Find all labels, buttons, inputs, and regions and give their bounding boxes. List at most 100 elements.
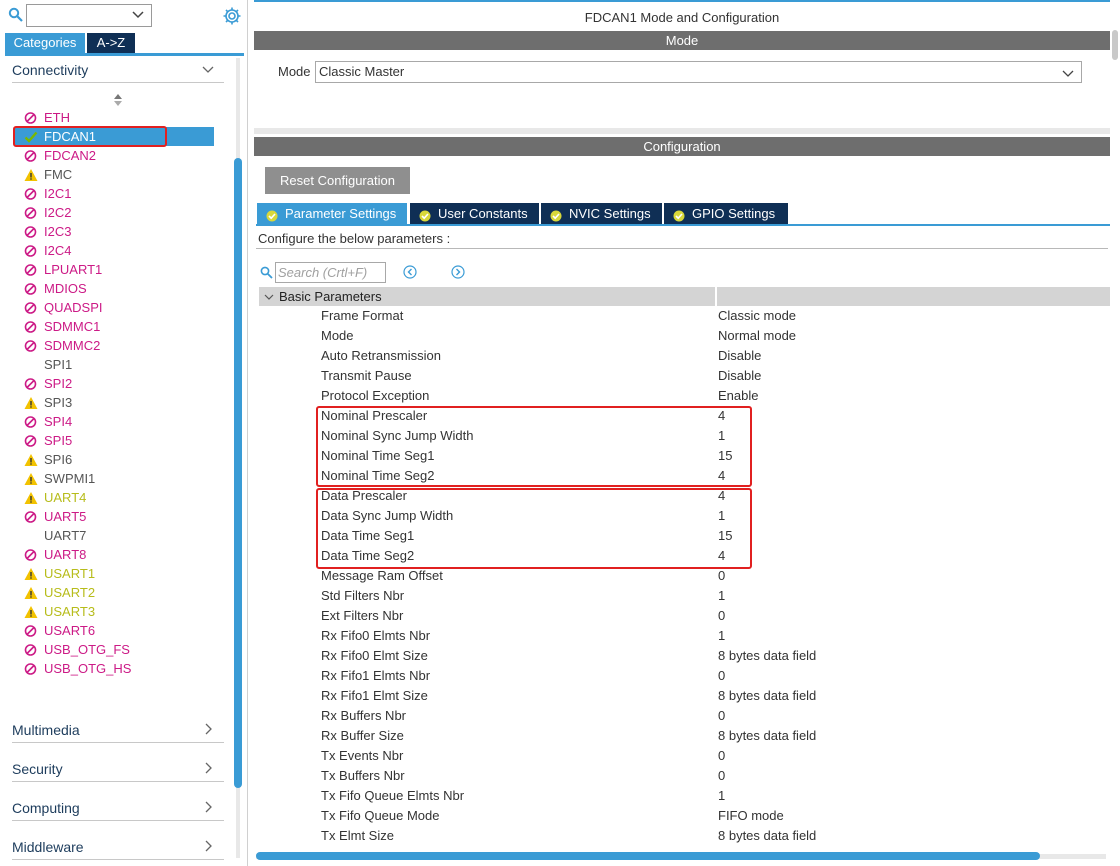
parameter-row[interactable]: Message Ram Offset 0: [259, 566, 1110, 586]
tab-label: User Constants: [438, 206, 528, 221]
parameter-value[interactable]: Enable: [718, 386, 758, 406]
parameter-value[interactable]: FIFO mode: [718, 806, 784, 826]
tab-nvic-settings[interactable]: NVIC Settings: [541, 203, 662, 224]
right-scrollbar[interactable]: [1112, 30, 1120, 856]
parameter-row[interactable]: Tx Events Nbr 0: [259, 746, 1110, 766]
tab-categories[interactable]: Categories: [5, 33, 85, 53]
chevron-down-icon: [131, 9, 145, 24]
parameter-value[interactable]: 15: [718, 526, 732, 546]
disabled-icon: [24, 624, 38, 638]
parameter-name: Mode: [321, 328, 354, 343]
parameter-row[interactable]: Std Filters Nbr 1: [259, 586, 1110, 606]
parameter-row[interactable]: Tx Elmt Size 8 bytes data field: [259, 826, 1110, 846]
parameter-row[interactable]: Nominal Time Seg2 4: [259, 466, 1110, 486]
parameter-value[interactable]: 8 bytes data field: [718, 646, 816, 666]
horizontal-scrollbar[interactable]: [256, 852, 1106, 860]
basic-parameters-group[interactable]: Basic Parameters: [259, 287, 1110, 306]
chevron-down-icon[interactable]: [263, 291, 275, 306]
previous-match-icon[interactable]: [403, 265, 417, 279]
parameter-row[interactable]: Rx Fifo1 Elmts Nbr 0: [259, 666, 1110, 686]
parameter-row[interactable]: Rx Fifo1 Elmt Size 8 bytes data field: [259, 686, 1110, 706]
scrollbar-thumb[interactable]: [1112, 30, 1118, 60]
parameter-row[interactable]: Protocol Exception Enable: [259, 386, 1110, 406]
left-scrollbar[interactable]: [234, 58, 242, 858]
parameter-row[interactable]: Data Time Seg2 4: [259, 546, 1110, 566]
tab-a-to-z[interactable]: A->Z: [87, 33, 135, 53]
parameter-name: Rx Fifo1 Elmt Size: [321, 688, 428, 703]
parameter-row[interactable]: Nominal Prescaler 4: [259, 406, 1110, 426]
peripheral-label: SPI6: [44, 452, 73, 467]
parameter-row[interactable]: Rx Buffer Size 8 bytes data field: [259, 726, 1110, 746]
parameter-value[interactable]: 0: [718, 666, 725, 686]
tab-user-constants[interactable]: User Constants: [410, 203, 539, 224]
parameter-value[interactable]: 0: [718, 606, 725, 626]
parameter-name: Nominal Sync Jump Width: [321, 428, 474, 443]
parameter-value[interactable]: 0: [718, 706, 725, 726]
parameter-value[interactable]: 0: [718, 566, 725, 586]
parameter-value[interactable]: 15: [718, 446, 732, 466]
parameter-value[interactable]: 1: [718, 786, 725, 806]
parameter-value[interactable]: 4: [718, 546, 725, 566]
parameter-value[interactable]: 1: [718, 586, 725, 606]
group-middleware[interactable]: Middleware: [12, 834, 224, 860]
parameter-row[interactable]: Mode Normal mode: [259, 326, 1110, 346]
group-security[interactable]: Security: [12, 756, 224, 782]
mode-select[interactable]: Classic Master: [315, 61, 1082, 83]
parameter-name: Tx Events Nbr: [321, 748, 404, 763]
parameter-row[interactable]: Ext Filters Nbr 0: [259, 606, 1110, 626]
parameter-row[interactable]: Data Sync Jump Width 1: [259, 506, 1110, 526]
peripheral-item-fdcan1[interactable]: FDCAN1: [14, 127, 214, 146]
parameter-value[interactable]: Disable: [718, 346, 761, 366]
parameter-row[interactable]: Transmit Pause Disable: [259, 366, 1110, 386]
parameter-name: Message Ram Offset: [321, 568, 443, 583]
sort-icon[interactable]: [113, 94, 123, 109]
parameter-row[interactable]: Rx Fifo0 Elmt Size 8 bytes data field: [259, 646, 1110, 666]
group-computing[interactable]: Computing: [12, 795, 224, 821]
parameter-value[interactable]: 1: [718, 426, 725, 446]
parameter-row[interactable]: Nominal Sync Jump Width 1: [259, 426, 1110, 446]
parameter-value[interactable]: 8 bytes data field: [718, 826, 816, 846]
parameter-row[interactable]: Nominal Time Seg1 15: [259, 446, 1110, 466]
check-icon: [24, 130, 38, 144]
parameter-row[interactable]: Data Prescaler 4: [259, 486, 1110, 506]
parameter-row[interactable]: Tx Fifo Queue Mode FIFO mode: [259, 806, 1110, 826]
reset-configuration-button[interactable]: Reset Configuration: [265, 167, 410, 194]
parameter-value[interactable]: 4: [718, 406, 725, 426]
gear-icon[interactable]: [222, 6, 242, 29]
parameter-value[interactable]: 0: [718, 746, 725, 766]
parameter-value[interactable]: 4: [718, 486, 725, 506]
group-label: Connectivity: [12, 62, 89, 78]
parameter-search-input[interactable]: [275, 262, 386, 283]
disabled-icon: [24, 263, 38, 277]
scrollbar-thumb[interactable]: [256, 852, 1040, 860]
parameter-value[interactable]: Normal mode: [718, 326, 796, 346]
parameter-row[interactable]: Tx Buffers Nbr 0: [259, 766, 1110, 786]
scrollbar-thumb[interactable]: [234, 158, 242, 788]
tab-gpio-settings[interactable]: GPIO Settings: [664, 203, 788, 224]
parameter-row[interactable]: Rx Fifo0 Elmts Nbr 1: [259, 626, 1110, 646]
group-multimedia[interactable]: Multimedia: [12, 717, 224, 743]
parameter-row[interactable]: Frame Format Classic mode: [259, 306, 1110, 326]
parameter-value[interactable]: 1: [718, 506, 725, 526]
parameter-value[interactable]: 4: [718, 466, 725, 486]
peripheral-label: USB_OTG_HS: [44, 661, 132, 676]
peripheral-label: SPI5: [44, 433, 73, 448]
parameter-value[interactable]: 0: [718, 766, 725, 786]
peripheral-search-combo[interactable]: [26, 4, 152, 27]
peripheral-label: USART1: [44, 566, 96, 581]
parameter-value[interactable]: 8 bytes data field: [718, 726, 816, 746]
parameter-value[interactable]: 1: [718, 626, 725, 646]
group-connectivity[interactable]: Connectivity: [12, 57, 224, 83]
parameter-row[interactable]: Auto Retransmission Disable: [259, 346, 1110, 366]
tab-parameter-settings[interactable]: Parameter Settings: [257, 203, 407, 224]
disabled-icon: [24, 643, 38, 657]
parameter-value[interactable]: Classic mode: [718, 306, 796, 326]
parameter-value[interactable]: 8 bytes data field: [718, 686, 816, 706]
parameter-value[interactable]: Disable: [718, 366, 761, 386]
parameter-row[interactable]: Data Time Seg1 15: [259, 526, 1110, 546]
parameter-row[interactable]: Rx Buffers Nbr 0: [259, 706, 1110, 726]
search-icon[interactable]: [8, 7, 24, 23]
group-label: Computing: [12, 800, 80, 816]
parameter-row[interactable]: Tx Fifo Queue Elmts Nbr 1: [259, 786, 1110, 806]
next-match-icon[interactable]: [451, 265, 465, 279]
